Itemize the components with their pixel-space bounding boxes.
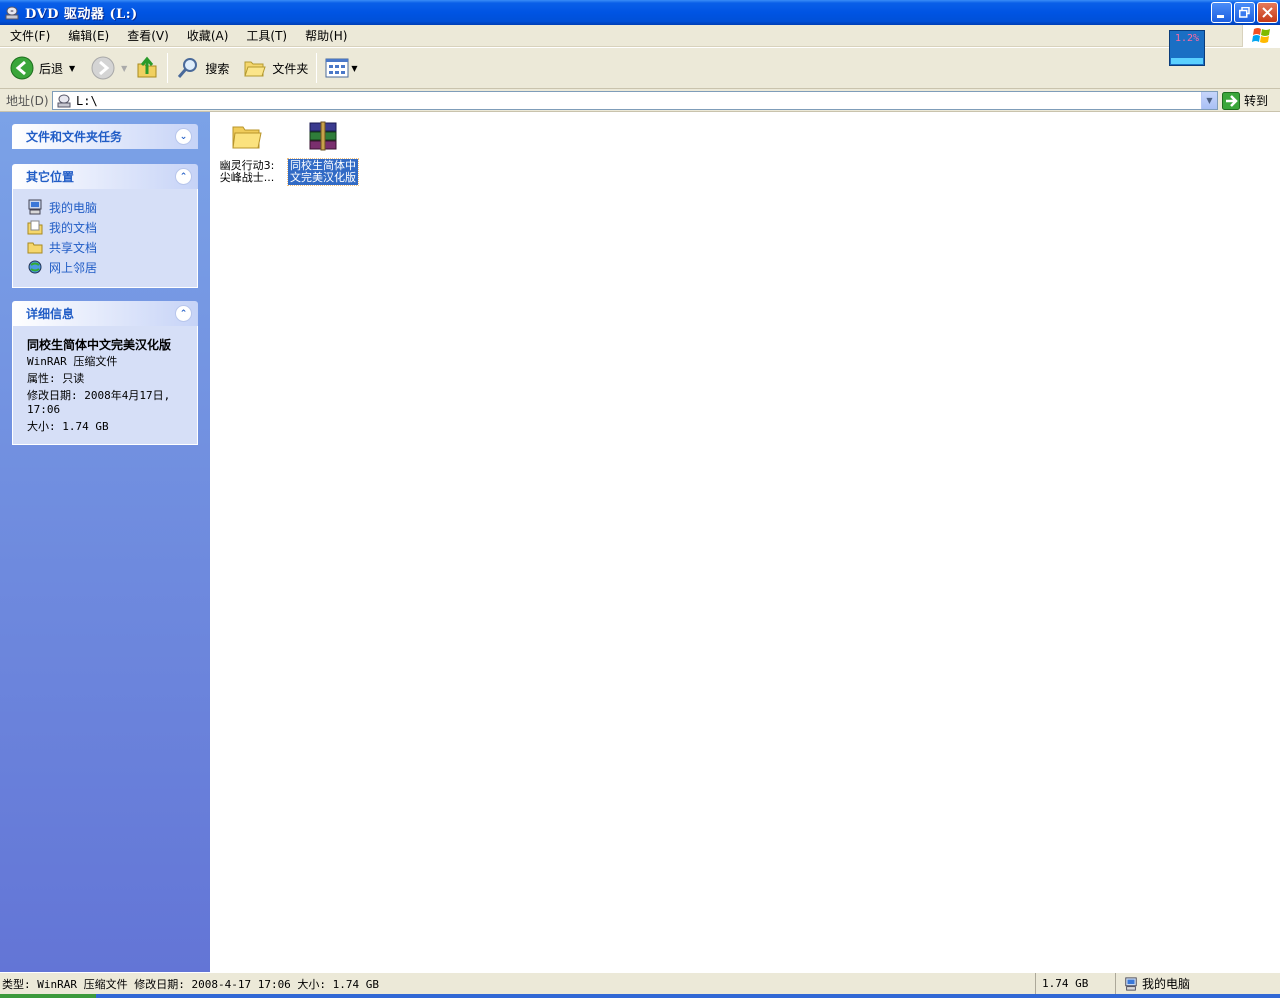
panel-details: 详细信息 ⌃ 同校生简体中文完美汉化版 WinRAR 压缩文件 属性: 只读 修… bbox=[12, 301, 198, 445]
menu-help[interactable]: 帮助(H) bbox=[295, 27, 355, 44]
detail-file-name: 同校生简体中文完美汉化版 bbox=[27, 338, 172, 352]
cpu-meter-widget[interactable]: 1.2% bbox=[1169, 30, 1205, 66]
restore-button[interactable] bbox=[1234, 2, 1255, 23]
place-link-my-documents[interactable]: 我的文档 bbox=[27, 217, 197, 237]
go-button[interactable]: 转到 bbox=[1222, 90, 1268, 111]
file-name: 幽灵行动3: 尖峰战士... bbox=[219, 159, 275, 184]
file-item-archive[interactable]: 同校生简体中文完美汉化版 bbox=[287, 120, 359, 186]
address-value: L:\ bbox=[76, 93, 98, 108]
close-button[interactable] bbox=[1257, 2, 1278, 23]
taskbar-edge bbox=[0, 994, 1280, 998]
windows-logo bbox=[1242, 25, 1280, 47]
place-label: 共享文档 bbox=[49, 240, 98, 255]
address-dropdown-icon[interactable]: ▼ bbox=[1201, 92, 1217, 109]
panel-title: 详细信息 bbox=[26, 307, 75, 321]
cpu-graph bbox=[1171, 52, 1203, 64]
shared-documents-icon bbox=[27, 242, 43, 254]
menu-tools[interactable]: 工具(T) bbox=[236, 27, 295, 44]
my-computer-icon bbox=[28, 199, 42, 215]
restore-icon bbox=[1239, 7, 1250, 18]
my-computer-icon bbox=[1125, 976, 1137, 991]
file-name: 同校生简体中文完美汉化版 bbox=[287, 158, 359, 186]
folder-icon bbox=[232, 126, 262, 149]
start-button-edge[interactable] bbox=[0, 994, 96, 998]
panel-header-details[interactable]: 详细信息 ⌃ bbox=[12, 301, 198, 326]
status-zone-label: 我的电脑 bbox=[1142, 977, 1191, 991]
place-link-network-places[interactable]: 网上邻居 bbox=[27, 257, 197, 277]
detail-attributes: 属性: 只读 bbox=[27, 372, 85, 385]
toolbar-separator bbox=[167, 53, 169, 83]
detail-file-type: WinRAR 压缩文件 bbox=[27, 355, 118, 368]
menu-edit[interactable]: 编辑(E) bbox=[58, 27, 117, 44]
place-label: 网上邻居 bbox=[49, 260, 98, 275]
windows-flag-icon bbox=[1251, 28, 1270, 43]
back-dropdown-icon[interactable]: ▼ bbox=[69, 64, 75, 73]
status-bar: 类型: WinRAR 压缩文件 修改日期: 2008-4-17 17:06 大小… bbox=[0, 972, 1280, 995]
up-folder-button[interactable] bbox=[131, 51, 163, 85]
folders-label: 文件夹 bbox=[272, 61, 309, 76]
search-label: 搜索 bbox=[205, 61, 230, 76]
address-bar: 地址(D) L:\ ▼ 转到 bbox=[0, 89, 1280, 112]
address-input[interactable]: L:\ ▼ bbox=[52, 91, 1218, 110]
file-item-folder[interactable]: 幽灵行动3: 尖峰战士... bbox=[212, 120, 282, 185]
toolbar-separator bbox=[316, 53, 318, 83]
detail-size: 大小: 1.74 GB bbox=[27, 420, 109, 433]
place-link-shared-documents[interactable]: 共享文档 bbox=[27, 237, 197, 257]
search-icon bbox=[178, 58, 198, 78]
status-size: 1.74 GB bbox=[1036, 972, 1116, 995]
collapse-icon[interactable]: ⌃ bbox=[175, 305, 192, 322]
status-text: 类型: WinRAR 压缩文件 修改日期: 2008-4-17 17:06 大小… bbox=[0, 972, 1036, 995]
toolbar: 后退 ▼ ▼ 搜索 文件夹 ▼ bbox=[0, 48, 1280, 89]
panel-body-other-places: 我的电脑 我的文档 共享文档 网上邻居 bbox=[12, 189, 198, 288]
go-label: 转到 bbox=[1244, 94, 1269, 108]
go-arrow-icon bbox=[1222, 91, 1240, 110]
back-arrow-icon bbox=[10, 56, 34, 80]
panel-other-places: 其它位置 ⌃ 我的电脑 我的文档 共享文档 网上邻居 bbox=[12, 164, 198, 288]
place-label: 我的电脑 bbox=[49, 200, 98, 215]
panel-title: 其它位置 bbox=[26, 170, 75, 184]
menu-favorites[interactable]: 收藏(A) bbox=[177, 27, 237, 44]
search-button[interactable]: 搜索 bbox=[172, 51, 233, 85]
folders-icon bbox=[244, 61, 267, 77]
status-zone: 我的电脑 bbox=[1116, 973, 1190, 995]
panel-title: 文件和文件夹任务 bbox=[26, 130, 123, 144]
views-button[interactable]: ▼ bbox=[321, 51, 361, 85]
panel-file-tasks: 文件和文件夹任务 ⌄ bbox=[12, 124, 198, 149]
views-icon bbox=[325, 58, 349, 78]
place-link-my-computer[interactable]: 我的电脑 bbox=[27, 197, 197, 217]
network-places-icon bbox=[28, 260, 42, 274]
forward-button[interactable]: ▼ bbox=[87, 51, 131, 85]
forward-arrow-icon bbox=[91, 56, 115, 80]
title-bar[interactable]: DVD 驱动器 (L:) bbox=[0, 0, 1280, 25]
dvd-drive-icon bbox=[5, 6, 19, 19]
dvd-drive-icon bbox=[57, 94, 71, 107]
panel-body-details: 同校生简体中文完美汉化版 WinRAR 压缩文件 属性: 只读 修改日期: 20… bbox=[12, 326, 198, 445]
window-controls bbox=[1211, 2, 1278, 23]
back-label: 后退 bbox=[39, 61, 64, 76]
minimize-icon bbox=[1217, 15, 1224, 18]
menu-bar: 文件(F) 编辑(E) 查看(V) 收藏(A) 工具(T) 帮助(H) 1.2% bbox=[0, 25, 1280, 66]
panel-header-file-tasks[interactable]: 文件和文件夹任务 ⌄ bbox=[12, 124, 198, 149]
winrar-archive-icon bbox=[309, 121, 337, 151]
views-dropdown-icon: ▼ bbox=[351, 63, 358, 73]
up-folder-icon bbox=[137, 56, 157, 78]
window-title: DVD 驱动器 (L:) bbox=[25, 7, 138, 22]
expand-icon[interactable]: ⌄ bbox=[175, 128, 192, 145]
address-label: 地址(D) bbox=[6, 93, 49, 108]
panel-header-other-places[interactable]: 其它位置 ⌃ bbox=[12, 164, 198, 189]
menu-file[interactable]: 文件(F) bbox=[0, 27, 58, 44]
file-list-view[interactable]: 幽灵行动3: 尖峰战士... 同校生简体中文完美汉化版 bbox=[210, 112, 1280, 972]
menu-view[interactable]: 查看(V) bbox=[117, 27, 177, 44]
forward-dropdown-icon[interactable]: ▼ bbox=[121, 64, 127, 73]
my-documents-icon bbox=[27, 220, 43, 235]
close-icon bbox=[1262, 7, 1273, 18]
folders-button[interactable]: 文件夹 bbox=[239, 51, 312, 85]
detail-modified: 修改日期: 2008年4月17日, 17:06 bbox=[27, 389, 171, 416]
collapse-icon[interactable]: ⌃ bbox=[175, 168, 192, 185]
back-button[interactable]: 后退 ▼ bbox=[6, 51, 79, 85]
place-label: 我的文档 bbox=[49, 220, 98, 235]
cpu-meter-value: 1.2% bbox=[1174, 33, 1200, 44]
minimize-button[interactable] bbox=[1211, 2, 1232, 23]
task-pane: 文件和文件夹任务 ⌄ 其它位置 ⌃ 我的电脑 我的文档 共享文档 网上邻居 详细… bbox=[0, 112, 210, 972]
